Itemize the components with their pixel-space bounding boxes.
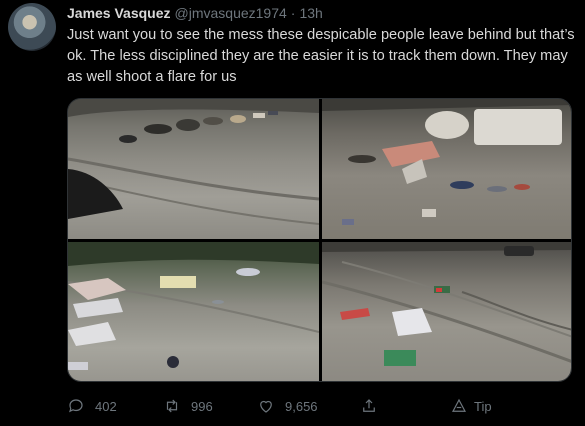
- share-icon: [363, 399, 375, 412]
- tip-label: Tip: [474, 398, 492, 414]
- photo-2[interactable]: [322, 99, 571, 239]
- photo-1[interactable]: [68, 99, 319, 239]
- action-bar: 402 996 9,656 Tip: [67, 394, 572, 418]
- retweet-count: 996: [191, 398, 213, 414]
- author-handle[interactable]: @jmvasquez1974: [175, 5, 287, 21]
- author-name[interactable]: James Vasquez: [67, 5, 171, 21]
- tweet-header: James Vasquez @jmvasquez1974 · 13h: [67, 5, 323, 23]
- like-button[interactable]: 9,656: [257, 394, 318, 418]
- heart-icon: [260, 400, 272, 413]
- reply-count: 402: [95, 398, 117, 414]
- media-grid: [67, 98, 572, 382]
- like-count: 9,656: [285, 398, 318, 414]
- tip-button[interactable]: Tip: [450, 394, 492, 418]
- photo-2-scene: [322, 99, 571, 225]
- retweet-icon: [166, 399, 178, 413]
- photo-1-scene: [68, 99, 319, 225]
- share-button[interactable]: [360, 394, 378, 418]
- photo-4[interactable]: [322, 242, 571, 381]
- reply-button[interactable]: 402: [67, 394, 117, 418]
- reply-icon: [69, 399, 83, 413]
- photo-4-scene: [322, 242, 571, 366]
- tip-icon: [452, 398, 466, 412]
- retweet-button[interactable]: 996: [163, 394, 213, 418]
- avatar[interactable]: [8, 3, 56, 51]
- header-separator: ·: [290, 5, 296, 21]
- photo-3-scene: [68, 242, 319, 370]
- photo-3[interactable]: [68, 242, 319, 381]
- tweet-text: Just want you to see the mess these desp…: [67, 27, 575, 85]
- tweet-timestamp[interactable]: 13h: [299, 5, 322, 21]
- tweet[interactable]: James Vasquez @jmvasquez1974 · 13h Just …: [0, 0, 585, 426]
